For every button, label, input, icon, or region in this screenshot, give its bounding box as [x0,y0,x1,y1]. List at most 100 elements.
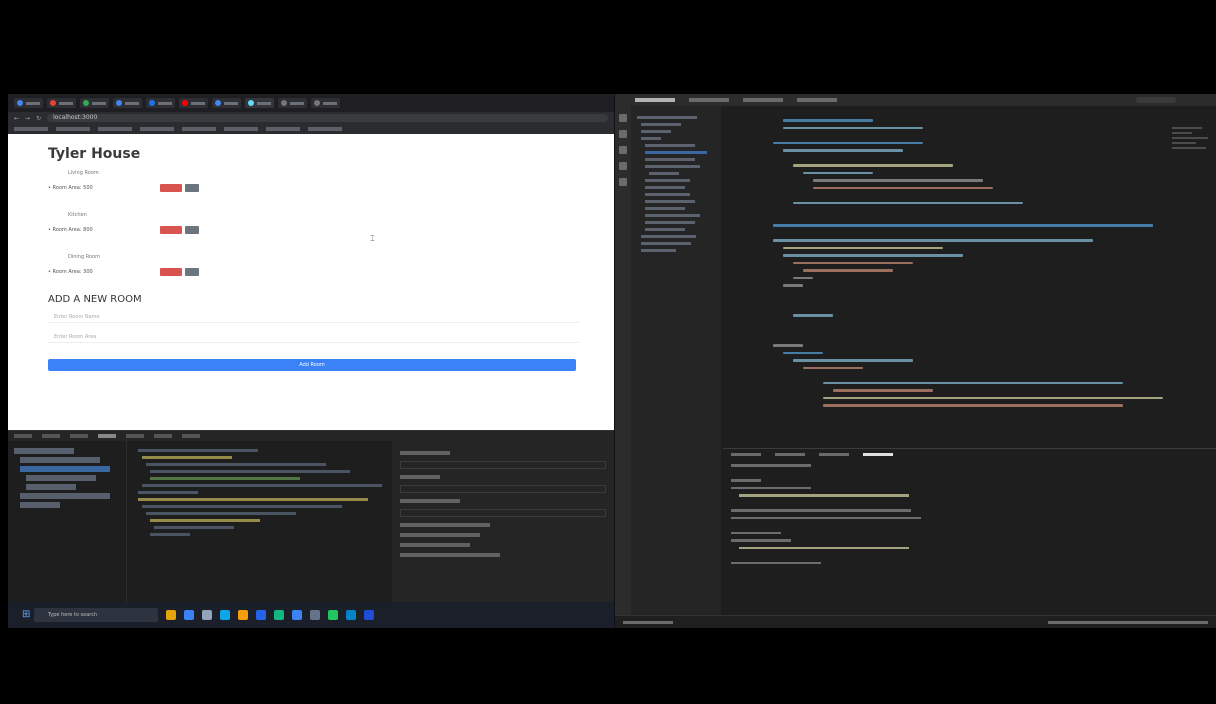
explorer-item[interactable] [645,193,690,196]
bookmark[interactable] [56,127,90,131]
tree-node[interactable] [20,493,110,499]
tree-node[interactable] [20,502,60,508]
back-icon[interactable]: ← [14,115,19,122]
explorer-item[interactable] [645,144,695,147]
bookmark[interactable] [182,127,216,131]
app-icon[interactable] [274,610,284,620]
tree-node[interactable] [26,475,96,481]
devtools-tab[interactable] [42,434,60,438]
editor-tab-active[interactable] [635,98,675,102]
explorer-item[interactable] [645,158,695,161]
app-icon[interactable] [310,610,320,620]
browser-tab-active[interactable] [245,98,274,108]
add-room-button[interactable]: Add Room [48,359,576,371]
bookmark[interactable] [308,127,342,131]
browser-tab[interactable] [47,98,76,108]
app-icon[interactable] [202,610,212,620]
app-icon[interactable] [184,610,194,620]
edit-room-button[interactable] [185,268,199,276]
edit-room-button[interactable] [185,226,199,234]
devtools-tab[interactable] [154,434,172,438]
devtools-tab[interactable] [182,434,200,438]
explorer-icon[interactable] [619,114,627,122]
explorer-item[interactable] [645,165,700,168]
taskbar-search[interactable]: Type here to search [22,608,158,622]
address-bar[interactable]: localhost:3000 [47,114,608,122]
explorer-item[interactable] [645,200,695,203]
search-icon[interactable] [619,130,627,138]
reload-icon[interactable]: ↻ [36,115,41,122]
extensions-icon[interactable] [619,178,627,186]
bookmark[interactable] [266,127,300,131]
status-item[interactable] [1048,620,1208,624]
panel-tab[interactable] [775,453,805,456]
run-icon[interactable] [619,162,627,170]
app-icon[interactable] [256,610,266,620]
minimap[interactable] [1172,124,1212,174]
app-icon[interactable] [166,610,176,620]
browser-tab[interactable] [179,98,208,108]
app-icon[interactable] [292,610,302,620]
app-icon[interactable] [220,610,230,620]
explorer-item[interactable] [645,228,685,231]
explorer-item[interactable] [641,137,661,140]
browser-tab[interactable] [212,98,241,108]
explorer-item[interactable] [641,235,696,238]
status-item[interactable] [623,620,673,624]
explorer-item[interactable] [649,172,679,175]
explorer-item[interactable] [637,116,697,119]
devtools-tab[interactable] [126,434,144,438]
explorer-item[interactable] [645,214,700,217]
bookmark[interactable] [224,127,258,131]
bookmark[interactable] [14,127,48,131]
property-field[interactable] [400,485,606,493]
forward-icon[interactable]: → [25,115,30,122]
edit-room-button[interactable] [185,184,199,192]
editor-tab[interactable] [689,98,729,102]
browser-tab[interactable] [113,98,142,108]
bookmark[interactable] [98,127,132,131]
devtools-tab[interactable] [70,434,88,438]
tree-node-selected[interactable] [20,466,110,472]
explorer-item[interactable] [641,249,676,252]
code-editor[interactable] [723,106,1216,446]
explorer-item[interactable] [645,221,695,224]
explorer-item[interactable] [641,242,691,245]
panel-tab-active[interactable] [863,453,893,456]
devtools-tab-active[interactable] [98,434,116,438]
browser-tab[interactable] [146,98,175,108]
terminal-panel[interactable] [723,448,1216,616]
browser-tab[interactable] [311,98,340,108]
browser-tab[interactable] [278,98,307,108]
explorer-item[interactable] [645,186,685,189]
explorer-item[interactable] [645,179,690,182]
property-field[interactable] [400,509,606,517]
panel-tab[interactable] [731,453,761,456]
explorer-item[interactable] [645,207,685,210]
property-field[interactable] [400,461,606,469]
explorer-item-selected[interactable] [645,151,707,154]
tree-node[interactable] [26,484,76,490]
room-area-input[interactable]: Enter Room Area [48,332,580,343]
explorer-item[interactable] [641,130,671,133]
app-icon[interactable] [364,610,374,620]
room-name-input[interactable]: Enter Room Name [48,312,580,323]
browser-tab[interactable] [14,98,43,108]
app-icon[interactable] [346,610,356,620]
panel-tab[interactable] [819,453,849,456]
app-icon[interactable] [238,610,248,620]
browser-tab[interactable] [80,98,109,108]
app-icon[interactable] [328,610,338,620]
delete-room-button[interactable] [160,268,182,276]
tree-node[interactable] [14,448,74,454]
explorer-item[interactable] [641,123,681,126]
delete-room-button[interactable] [160,226,182,234]
tree-node[interactable] [20,457,100,463]
source-control-icon[interactable] [619,146,627,154]
editor-tab[interactable] [797,98,837,102]
command-search[interactable] [1136,97,1176,103]
delete-room-button[interactable] [160,184,182,192]
editor-tab[interactable] [743,98,783,102]
bookmark[interactable] [140,127,174,131]
devtools-tab[interactable] [14,434,32,438]
